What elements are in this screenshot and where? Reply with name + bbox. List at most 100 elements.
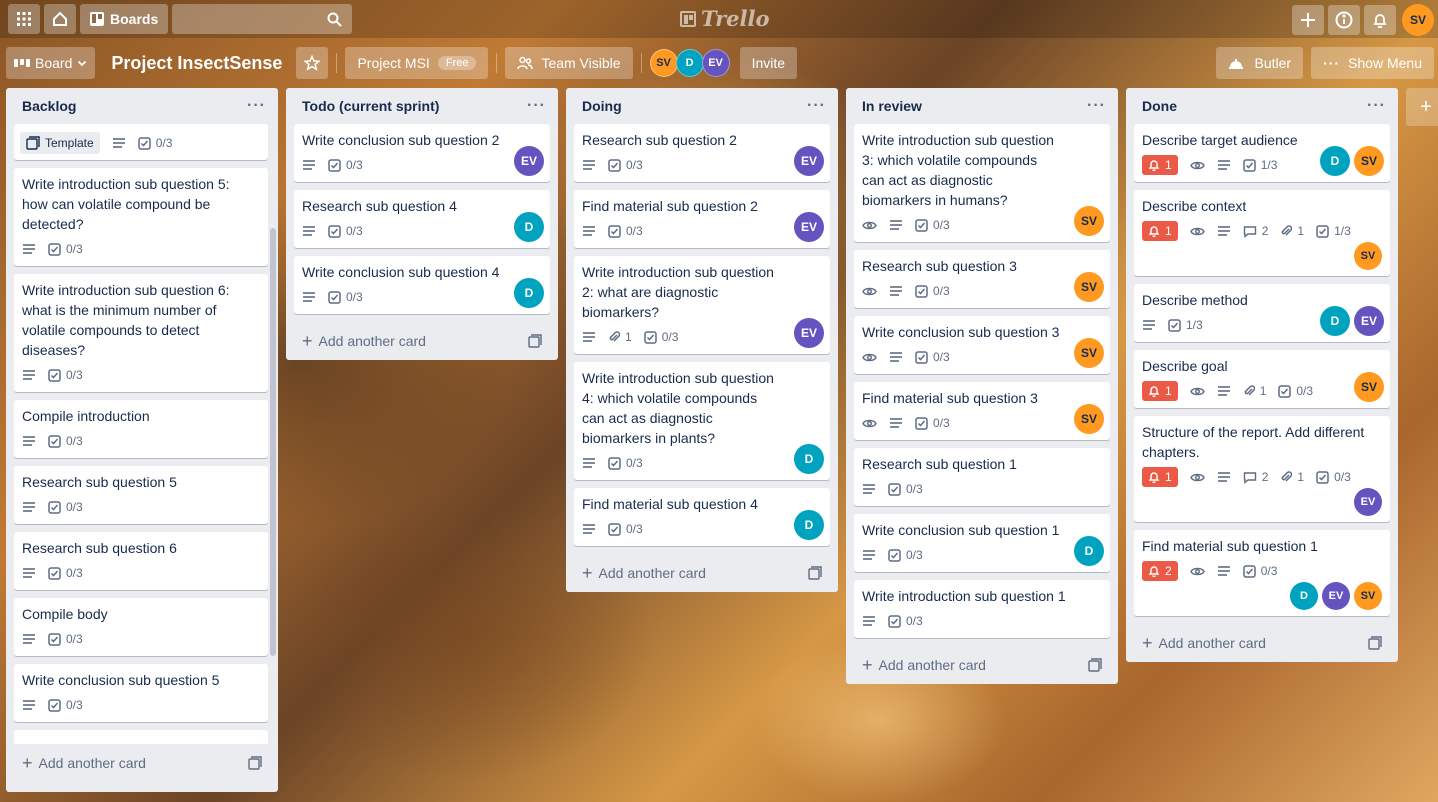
member-avatar-sv[interactable]: SV: [1354, 242, 1382, 270]
member-avatar-sv[interactable]: SV: [1074, 272, 1104, 302]
member-avatar-ev[interactable]: EV: [701, 49, 730, 77]
add-card-button[interactable]: + Add another card: [294, 322, 550, 360]
member-avatar-ev[interactable]: EV: [794, 146, 824, 176]
list-menu-icon[interactable]: ···: [1087, 97, 1106, 115]
list-title[interactable]: Done: [1142, 98, 1177, 114]
search-input[interactable]: [172, 4, 353, 34]
apps-button[interactable]: [8, 4, 40, 34]
card-template-icon[interactable]: [248, 756, 262, 770]
card[interactable]: Describe target audience 1 1/3 D SV: [1134, 124, 1390, 182]
card[interactable]: Write introduction sub question 6: what …: [14, 274, 268, 392]
card[interactable]: Write introduction sub question 3: which…: [854, 124, 1110, 242]
list-title[interactable]: Todo (current sprint): [302, 98, 439, 114]
member-avatar-ev[interactable]: EV: [1354, 306, 1384, 336]
add-list-button[interactable]: +: [1406, 88, 1438, 126]
create-button[interactable]: [1292, 5, 1324, 35]
list-header[interactable]: Backlog ···: [14, 88, 270, 124]
template-card[interactable]: Template 0/3: [14, 124, 268, 160]
card[interactable]: Research sub question 2 0/3 EV: [574, 124, 830, 182]
card[interactable]: Compile body 0/3: [14, 598, 268, 656]
add-card-button[interactable]: + Add another card: [14, 744, 270, 782]
member-avatar-d[interactable]: D: [514, 278, 544, 308]
member-avatar-d[interactable]: D: [1290, 582, 1318, 610]
board-title[interactable]: Project InsectSense: [111, 53, 282, 74]
card[interactable]: Write introduction sub question 4: which…: [574, 362, 830, 480]
card[interactable]: Find material sub question 3 0/3 SV: [854, 382, 1110, 440]
member-avatar-sv[interactable]: SV: [1354, 146, 1384, 176]
member-avatar-d[interactable]: D: [794, 510, 824, 540]
member-avatar-sv[interactable]: SV: [1354, 372, 1384, 402]
member-avatar-ev[interactable]: EV: [794, 212, 824, 242]
card[interactable]: Research sub question 4 0/3 D: [294, 190, 550, 248]
notifications-button[interactable]: [1364, 5, 1396, 35]
search-icon[interactable]: [327, 12, 342, 27]
member-avatar-ev[interactable]: EV: [1354, 488, 1382, 516]
list-title[interactable]: Doing: [582, 98, 622, 114]
member-avatar-sv[interactable]: SV: [1074, 206, 1104, 236]
card[interactable]: Research sub question 5 0/3: [14, 466, 268, 524]
member-avatar-ev[interactable]: EV: [794, 318, 824, 348]
add-card-button[interactable]: + Add another card: [1134, 624, 1390, 662]
card[interactable]: Research sub question 3 0/3 SV: [854, 250, 1110, 308]
card[interactable]: Write introduction sub question 1 0/3: [854, 580, 1110, 638]
due-date-badge[interactable]: 1: [1142, 467, 1178, 487]
card-template-icon[interactable]: [808, 566, 822, 580]
card-template-icon[interactable]: [1368, 636, 1382, 650]
star-board-button[interactable]: [296, 47, 329, 79]
card[interactable]: Write introduction sub question 2: what …: [574, 256, 830, 354]
card[interactable]: Write conclusion sub question 3 0/3 SV: [854, 316, 1110, 374]
home-button[interactable]: [44, 4, 76, 34]
list-menu-icon[interactable]: ···: [807, 97, 826, 115]
visibility-button[interactable]: Team Visible: [505, 47, 633, 79]
member-avatar-sv[interactable]: SV: [1354, 582, 1382, 610]
card[interactable]: Find material sub question 2 0/3 EV: [574, 190, 830, 248]
list-title[interactable]: Backlog: [22, 98, 76, 114]
due-date-badge[interactable]: 1: [1142, 381, 1178, 401]
team-button[interactable]: Project MSI Free: [345, 47, 489, 79]
list-menu-icon[interactable]: ···: [1367, 97, 1386, 115]
due-date-badge[interactable]: 2: [1142, 561, 1178, 581]
card[interactable]: Describe method 1/3 D EV: [1134, 284, 1390, 342]
card[interactable]: Find material sub question 1 2 0/3 D EV …: [1134, 530, 1390, 616]
user-avatar[interactable]: SV: [1402, 4, 1434, 36]
list-title[interactable]: In review: [862, 98, 922, 114]
list-header[interactable]: Todo (current sprint) ···: [294, 88, 550, 124]
card[interactable]: Research sub question 1 0/3: [854, 448, 1110, 506]
show-menu-button[interactable]: ··· Show Menu: [1311, 47, 1434, 79]
member-avatar-sv[interactable]: SV: [1074, 338, 1104, 368]
info-button[interactable]: [1328, 5, 1360, 35]
add-card-button[interactable]: + Add another card: [854, 646, 1110, 684]
list-scrollbar[interactable]: [270, 228, 276, 656]
card[interactable]: Write conclusion sub question 4 0/3 D: [294, 256, 550, 314]
card[interactable]: Describe goal 1 1 0/3 SV: [1134, 350, 1390, 408]
card[interactable]: Find material sub question 4 0/3 D: [574, 488, 830, 546]
trello-logo[interactable]: Trello: [680, 6, 770, 31]
card[interactable]: Write introduction sub question 5: how c…: [14, 168, 268, 266]
card[interactable]: Research sub question 6 0/3: [14, 532, 268, 590]
member-avatar-sv[interactable]: SV: [1074, 404, 1104, 434]
card-template-icon[interactable]: [1088, 658, 1102, 672]
card[interactable]: Structure of the report. Add different c…: [1134, 416, 1390, 522]
member-avatar-d[interactable]: D: [1320, 306, 1350, 336]
card[interactable]: Write conclusion sub question 2 0/3 EV: [294, 124, 550, 182]
butler-button[interactable]: Butler: [1216, 47, 1304, 79]
member-avatar-ev[interactable]: EV: [1322, 582, 1350, 610]
list-header[interactable]: Done ···: [1134, 88, 1390, 124]
invite-button[interactable]: Invite: [739, 47, 798, 79]
list-menu-icon[interactable]: ···: [247, 97, 266, 115]
list-menu-icon[interactable]: ···: [527, 97, 546, 115]
board-view-switcher[interactable]: Board: [6, 47, 96, 79]
member-avatar-ev[interactable]: EV: [514, 146, 544, 176]
member-avatar-d[interactable]: D: [675, 49, 704, 77]
boards-button[interactable]: Boards: [80, 4, 169, 34]
list-header[interactable]: Doing ···: [574, 88, 830, 124]
card-template-icon[interactable]: [528, 334, 542, 348]
member-avatar-d[interactable]: D: [514, 212, 544, 242]
list-header[interactable]: In review ···: [854, 88, 1110, 124]
due-date-badge[interactable]: 1: [1142, 221, 1178, 241]
card[interactable]: Write conclusion sub question 5 0/3: [14, 664, 268, 722]
member-avatar-sv[interactable]: SV: [649, 49, 678, 77]
member-avatar-d[interactable]: D: [1074, 536, 1104, 566]
member-avatar-d[interactable]: D: [1320, 146, 1350, 176]
add-card-button[interactable]: + Add another card: [574, 554, 830, 592]
